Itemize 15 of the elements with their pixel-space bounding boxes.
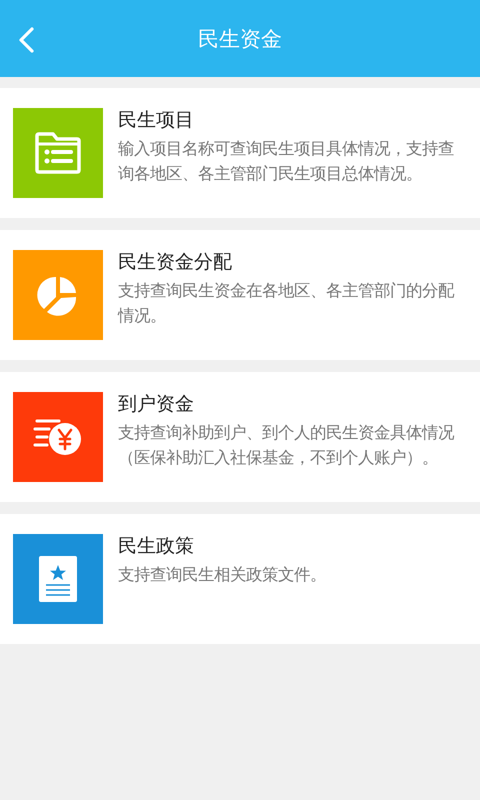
- folder-list-icon: [35, 132, 81, 174]
- menu-card[interactable]: 到户资金 支持查询补助到户、到个人的民生资金具体情况（医保补助汇入社保基金，不到个人账户）。: [0, 372, 480, 502]
- item-description: 支持查询民生资金在各地区、各主管部门的分配情况。: [118, 280, 456, 327]
- item-title: 到户资金: [118, 392, 194, 416]
- item-description: 支持查询补助到户、到个人的民生资金具体情况（医保补助汇入社保基金，不到个人账户）。: [118, 422, 456, 469]
- item-description: 输入项目名称可查询民生项目具体情况，支持查询各地区、各主管部门民生项目总体情况。: [118, 138, 455, 185]
- page-title: 民生资金: [198, 26, 282, 52]
- menu-card[interactable]: 民生项目 输入项目名称可查询民生项目具体情况，支持查询各地区、各主管部门民生项目总体情况。: [0, 88, 480, 218]
- item-title: 民生项目: [118, 108, 194, 132]
- item-title: 民生政策: [118, 534, 194, 558]
- menu-card[interactable]: 民生政策 支持查询民生相关政策文件。: [0, 514, 480, 644]
- menu-card[interactable]: 民生资金分配 支持查询民生资金在各地区、各主管部门的分配情况。: [0, 230, 480, 360]
- coin-speed-icon: [33, 417, 83, 457]
- item-description: 支持查询民生相关政策文件。: [118, 564, 326, 586]
- item-title: 民生资金分配: [118, 250, 232, 274]
